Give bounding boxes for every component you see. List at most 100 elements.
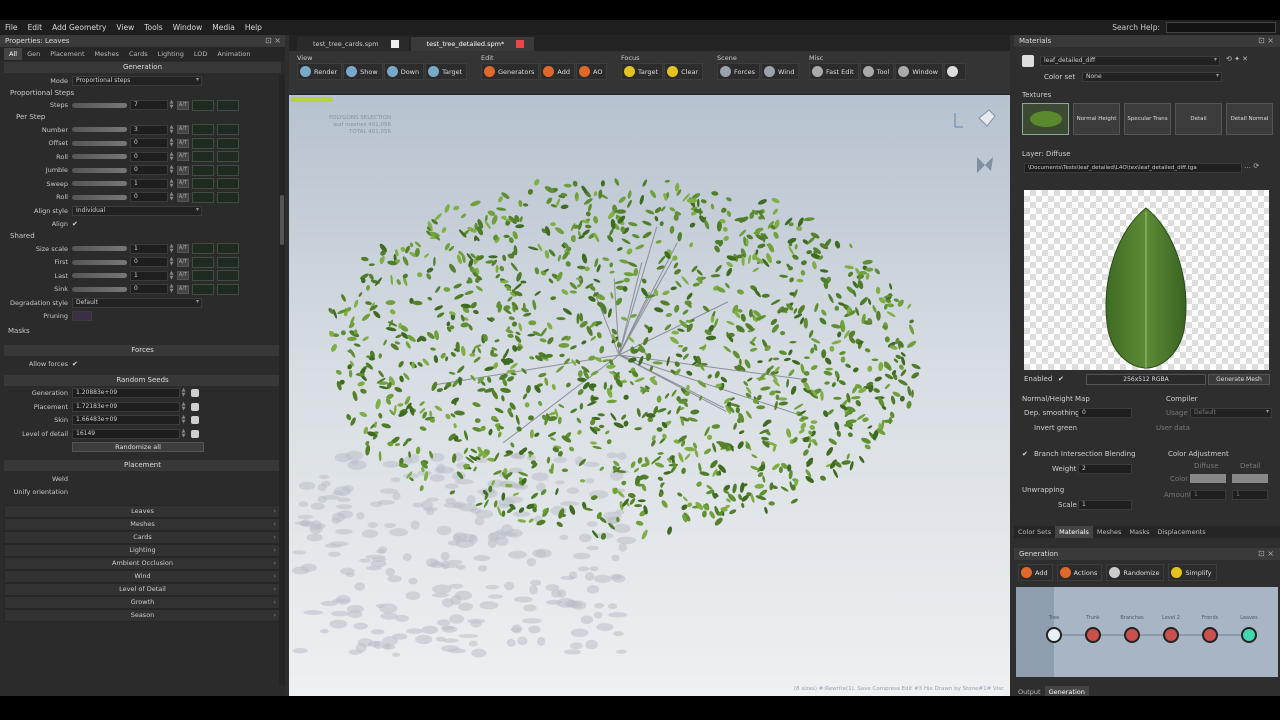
param-curve-button[interactable]: A/T [177, 179, 189, 189]
tab-animation[interactable]: Animation [212, 48, 255, 60]
tab-all[interactable]: All [4, 48, 23, 60]
detail-slot[interactable]: Detail [1175, 103, 1222, 135]
ribbon-button[interactable]: Generators [481, 63, 540, 80]
ribbon-button[interactable]: Render [297, 63, 343, 80]
collapsed-section[interactable]: Wind › [4, 570, 281, 583]
param-curve-button[interactable]: A/T [177, 138, 189, 148]
diffuse-amount-field[interactable]: 1 [1190, 490, 1226, 500]
ribbon-button[interactable]: Fast Edit [809, 63, 859, 80]
param-slider[interactable] [72, 194, 127, 200]
align-checkbox[interactable]: ✔ [72, 220, 80, 228]
menu-edit[interactable]: Edit [23, 23, 48, 32]
collapsed-section[interactable]: Level of Detail › [4, 583, 281, 596]
param-field[interactable]: 1 [130, 270, 168, 281]
ribbon-button[interactable]: Down [383, 63, 425, 80]
ribbon-button[interactable]: Target [425, 63, 468, 80]
param-curve-b[interactable] [217, 124, 239, 136]
param-curve-button[interactable]: A/T [177, 125, 189, 135]
param-curve-a[interactable] [192, 191, 214, 203]
detail-normal-slot[interactable]: Detail Normal [1226, 103, 1273, 135]
param-curve-b[interactable] [217, 256, 239, 268]
allow-forces-checkbox[interactable]: ✔ [72, 360, 80, 368]
param-slider[interactable] [72, 154, 127, 160]
panel-close-icon[interactable]: ⊡ × [1258, 36, 1274, 45]
param-curve-a[interactable] [192, 270, 214, 282]
param-slider[interactable] [72, 140, 127, 146]
param-spinner[interactable]: ▲ ▼ [168, 192, 175, 202]
param-spinner[interactable]: ▲ ▼ [168, 257, 175, 267]
close-icon[interactable] [390, 40, 399, 48]
param-field[interactable]: 1 [130, 243, 168, 254]
param-curve-b[interactable] [217, 137, 239, 149]
param-slider[interactable] [72, 181, 127, 187]
menu-window[interactable]: Window [168, 23, 208, 32]
steps-curve-a[interactable] [192, 99, 214, 111]
param-spinner[interactable]: ▲ ▼ [168, 284, 175, 294]
collapsed-section[interactable]: Leaves › [4, 505, 281, 518]
param-field[interactable]: 0 [130, 192, 168, 203]
param-curve-button[interactable]: A/T [177, 192, 189, 202]
materials-tab[interactable]: Displacements [1154, 526, 1210, 538]
menu-file[interactable]: File [0, 23, 23, 32]
dice-icon[interactable] [191, 389, 199, 398]
tab-placement[interactable]: Placement [45, 48, 89, 60]
tab-cards[interactable]: Cards [124, 48, 153, 60]
graph-node[interactable] [1046, 627, 1062, 643]
seed-field[interactable]: 16149 [72, 428, 180, 439]
seed-spinner[interactable]: ▲ ▼ [180, 388, 187, 398]
menu-tools[interactable]: Tools [139, 23, 167, 32]
param-field[interactable]: 0 [130, 284, 168, 295]
doc-tab-detailed[interactable]: test_tree_detailed.spm* [410, 37, 535, 51]
seed-field[interactable]: 1.20883e+09 [72, 388, 180, 399]
3d-viewport[interactable]: POLYGONS SELECTION leaf meshes 401,056 T… [289, 95, 1010, 696]
param-spinner[interactable]: ▲ ▼ [168, 165, 175, 175]
weld-checkbox[interactable] [72, 475, 80, 483]
collapsed-section[interactable]: Lighting › [4, 544, 281, 557]
detail-color-swatch[interactable] [1232, 474, 1268, 483]
materials-tab[interactable]: Color Sets [1014, 526, 1055, 538]
menu-view[interactable]: View [111, 23, 139, 32]
ribbon-button[interactable]: Forces [717, 63, 760, 80]
bottom-tab[interactable]: Output [1014, 686, 1045, 696]
section-placement[interactable]: Placement [4, 460, 281, 471]
collapsed-section[interactable]: Cards › [4, 531, 281, 544]
param-curve-a[interactable] [192, 164, 214, 176]
dice-icon[interactable] [191, 416, 199, 425]
steps-slider[interactable] [72, 102, 127, 108]
param-field[interactable]: 3 [130, 124, 168, 135]
graph-node[interactable] [1241, 627, 1257, 643]
tab-lod[interactable]: LOD [189, 48, 213, 60]
param-curve-b[interactable] [217, 243, 239, 255]
ribbon-button[interactable]: Tool [859, 63, 895, 80]
ribbon-button[interactable]: Wind [760, 63, 800, 80]
param-curve-a[interactable] [192, 137, 214, 149]
weight-field[interactable]: 2 [1078, 464, 1132, 474]
material-select[interactable]: leaf_detailed_diff [1040, 56, 1220, 66]
collapsed-section[interactable]: Season › [4, 609, 281, 622]
param-curve-button[interactable]: A/T [177, 284, 189, 294]
collapsed-section[interactable]: Growth › [4, 596, 281, 609]
param-curve-button[interactable]: A/T [177, 244, 189, 254]
ribbon-button[interactable]: Window [895, 63, 943, 80]
diffuse-color-swatch[interactable] [1190, 474, 1226, 483]
param-curve-button[interactable]: A/T [177, 165, 189, 175]
param-curve-a[interactable] [192, 283, 214, 295]
generation-button[interactable]: Actions [1056, 564, 1103, 581]
collapsed-section[interactable]: Ambient Occlusion › [4, 557, 281, 570]
param-curve-button[interactable]: A/T [177, 257, 189, 267]
dice-icon[interactable] [191, 429, 199, 438]
color-set-select[interactable]: None [1082, 72, 1222, 82]
param-spinner[interactable]: ▲ ▼ [168, 124, 175, 135]
generation-button[interactable]: Simplify [1168, 564, 1217, 581]
properties-scrollbar[interactable] [279, 75, 285, 685]
param-spinner[interactable]: ▲ ▼ [168, 243, 175, 254]
graph-node[interactable] [1202, 627, 1218, 643]
param-field[interactable]: 0 [130, 151, 168, 162]
param-slider[interactable] [72, 286, 127, 292]
masks-label[interactable]: Masks [0, 326, 285, 337]
ribbon-button[interactable]: Clear [664, 63, 704, 80]
param-curve-a[interactable] [192, 124, 214, 136]
param-curve-button[interactable]: A/T [177, 271, 189, 281]
materials-tab[interactable]: Masks [1125, 526, 1153, 538]
ribbon-button[interactable]: Show [343, 63, 383, 80]
